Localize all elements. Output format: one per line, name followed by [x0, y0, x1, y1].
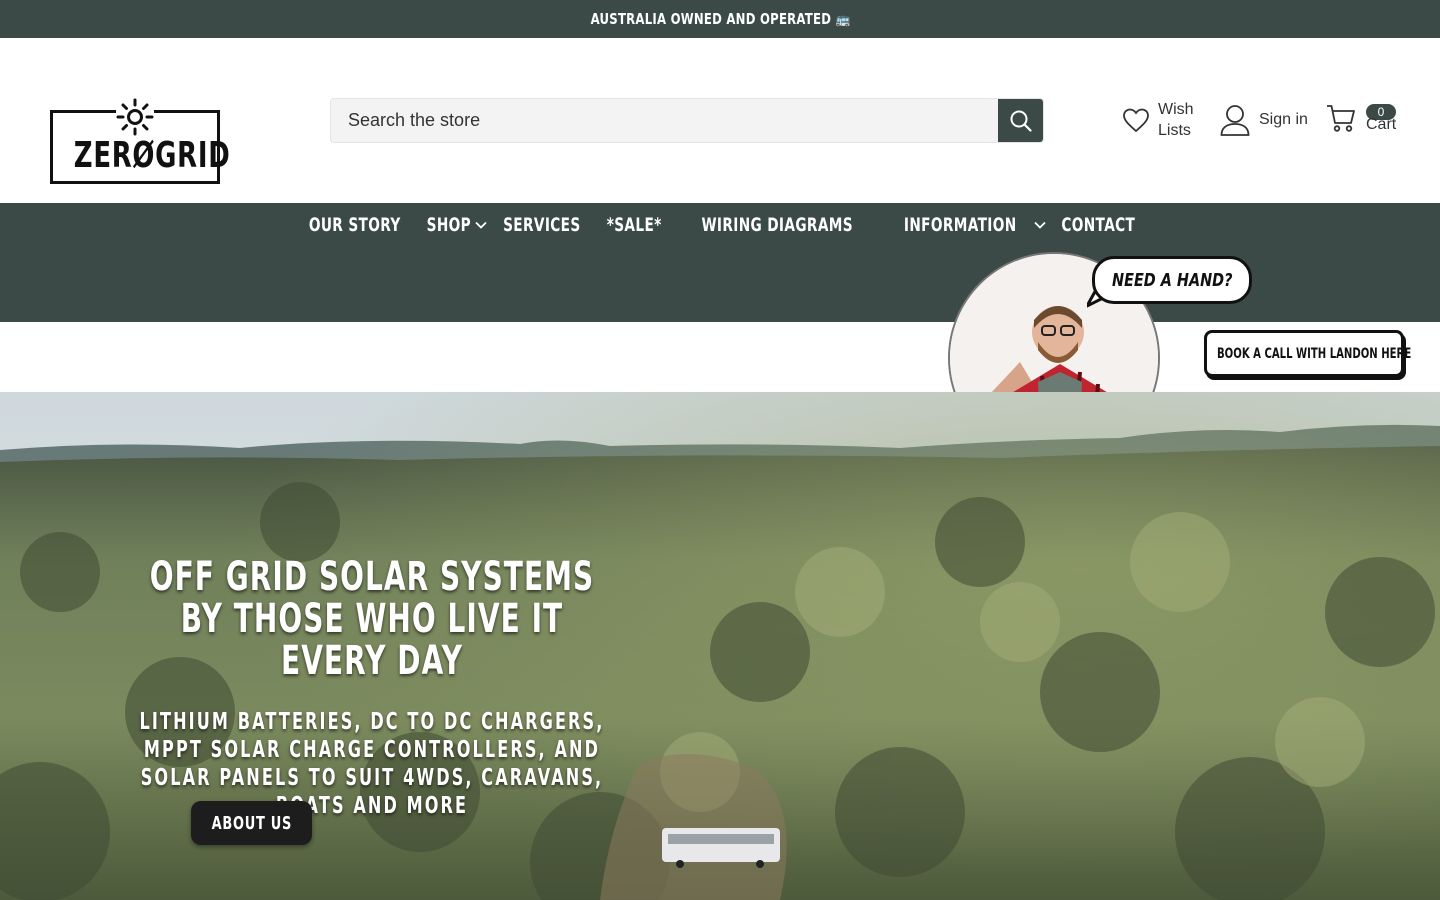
need-a-hand-text: NEED A HAND? [1111, 269, 1233, 291]
nav-item-label: INFORMATION [904, 214, 1017, 236]
about-us-button[interactable]: ABOUT US [191, 801, 312, 845]
heart-icon [1123, 108, 1149, 133]
announcement-bar: AUSTRALIA OWNED AND OPERATED 🚌 [0, 0, 1440, 38]
book-call-button[interactable]: BOOK A CALL WITH LANDON HERE [1204, 330, 1411, 377]
nav-item-contact[interactable]: CONTACT [1047, 214, 1150, 236]
nav-item-sale[interactable]: *SALE* [596, 214, 672, 236]
nav-item-information[interactable]: INFORMATION [882, 214, 1046, 236]
cart-link[interactable]: 0 Cart [1326, 103, 1396, 133]
user-icon [1220, 105, 1250, 136]
search-bar [330, 98, 1044, 143]
nav-item-services[interactable]: SERVICES [488, 214, 596, 236]
site-logo[interactable]: ZERØGRID [50, 98, 231, 184]
wishlist-link[interactable]: Wish Lists [1122, 99, 1194, 141]
announcement-text: AUSTRALIA OWNED AND OPERATED 🚌 [590, 10, 850, 28]
search-icon [1010, 110, 1032, 132]
site-header: ZERØGRID Wish Lists Sign in [0, 38, 1440, 203]
hero-title: OFF GRID SOLAR SYSTEMS BY THOSE WHO LIVE… [149, 554, 595, 684]
sun-icon [116, 98, 154, 136]
nav-list: OUR STORY SHOP SERVICES *SALE* WIRING DI… [0, 203, 1440, 247]
signin-label: Sign in [1259, 111, 1308, 128]
bus-vehicle [662, 828, 780, 868]
search-input[interactable] [331, 99, 999, 142]
need-a-hand-bubble: NEED A HAND? [1092, 256, 1252, 304]
nav-item-label: *SALE* [606, 214, 662, 236]
book-call-label: BOOK A CALL WITH LANDON HERE [1217, 345, 1412, 362]
wishlist-label-line2: Lists [1158, 122, 1191, 139]
wishlist-label: Wish Lists [1158, 99, 1194, 141]
nav-item-label: SERVICES [502, 214, 581, 236]
logo-text: ZERØGRID [73, 135, 231, 176]
help-widget: NEED A HAND? BOOK A CALL WITH LANDON HER… [925, 250, 1415, 392]
nav-item-shop[interactable]: SHOP [418, 214, 488, 236]
nav-item-label: SHOP [426, 214, 472, 236]
nav-item-label: CONTACT [1061, 214, 1135, 236]
nav-item-label: WIRING DIAGRAMS [701, 214, 853, 236]
hero-banner: OFF GRID SOLAR SYSTEMS BY THOSE WHO LIVE… [0, 392, 1440, 900]
nav-item-label: OUR STORY [308, 214, 401, 236]
nav-item-our-story[interactable]: OUR STORY [291, 214, 418, 236]
signin-link[interactable]: Sign in [1220, 104, 1308, 136]
wishlist-label-line1: Wish [1158, 101, 1194, 118]
cart-icon [1327, 105, 1355, 132]
hero-content: OFF GRID SOLAR SYSTEMS BY THOSE WHO LIVE… [122, 556, 622, 820]
nav-item-wiring-diagrams[interactable]: WIRING DIAGRAMS [672, 214, 882, 236]
cart-label: Cart [1366, 116, 1397, 133]
about-us-label: ABOUT US [211, 812, 292, 834]
chevron-down-icon [474, 220, 488, 230]
search-button[interactable] [998, 99, 1043, 142]
chevron-down-icon [1033, 220, 1047, 230]
